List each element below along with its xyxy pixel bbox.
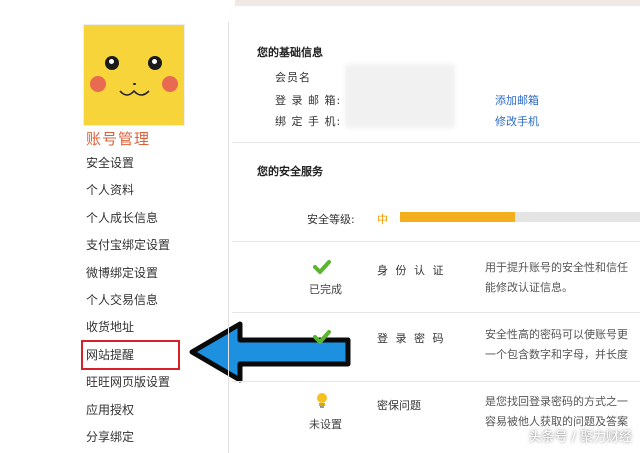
security-question-desc-line-1: 是您找回登录密码的方式之一 [485, 395, 628, 408]
member-name-label: 会员名 [275, 71, 311, 84]
sidebar-item-alipay-binding[interactable]: 支付宝绑定设置 [86, 234, 170, 261]
check-icon [313, 260, 331, 274]
sidebar-item-share-binding[interactable]: 分享绑定 [86, 426, 170, 453]
row-divider [232, 241, 640, 242]
sidebar-item-security-settings[interactable]: 安全设置 [86, 152, 170, 179]
row-divider [232, 312, 640, 313]
login-email-label: 登 录 邮 箱: [275, 94, 342, 107]
avatar-right-eye [148, 56, 162, 70]
sidebar-item-app-authorization[interactable]: 应用授权 [86, 399, 170, 426]
sidebar-menu: 安全设置 个人资料 个人成长信息 支付宝绑定设置 微博绑定设置 个人交易信息 收… [86, 152, 170, 453]
identity-desc-line-1: 用于提升账号的安全性和信任 [485, 261, 628, 274]
sidebar-item-trade-info[interactable]: 个人交易信息 [86, 289, 170, 316]
highlight-box [81, 340, 180, 370]
identity-desc-line-2: 能修改认证信息。 [485, 281, 573, 294]
row-divider [232, 381, 640, 382]
add-email-link[interactable]: 添加邮箱 [495, 92, 539, 108]
avatar-left-cheek [90, 76, 106, 92]
avatar[interactable] [83, 24, 185, 126]
watermark: 头条号 / 聚力财经 [528, 430, 632, 445]
password-desc: 安全性高的密码可以使账号更 一个包含数字和字母，并长度 [485, 325, 628, 365]
security-level-bar [400, 212, 640, 222]
security-services-title: 您的安全服务 [257, 165, 323, 178]
identity-desc: 用于提升账号的安全性和信任 能修改认证信息。 [485, 258, 628, 298]
security-level-fill [400, 212, 516, 222]
password-desc-line-2: 一个包含数字和字母，并长度 [485, 348, 628, 361]
login-password-label: 登 录 密 码 [377, 332, 446, 345]
avatar-left-eye [105, 56, 119, 70]
security-level-label: 安全等级: [307, 213, 355, 226]
sidebar: 账号管理 安全设置 个人资料 个人成长信息 支付宝绑定设置 微博绑定设置 个人交… [0, 0, 228, 453]
avatar-mouth [119, 89, 150, 96]
avatar-nose [133, 83, 136, 85]
redacted-account-info [345, 64, 455, 128]
identity-auth-label: 身 份 认 证 [377, 264, 446, 277]
password-desc-line-1: 安全性高的密码可以使账号更 [485, 328, 628, 341]
sidebar-item-growth-info[interactable]: 个人成长信息 [86, 207, 170, 234]
security-level-value: 中 [377, 213, 388, 226]
check-icon [313, 330, 331, 344]
sidebar-item-wangwang-web[interactable]: 旺旺网页版设置 [86, 371, 170, 398]
sidebar-divider [228, 22, 229, 453]
account-management-title: 账号管理 [86, 130, 151, 148]
avatar-right-cheek [162, 76, 178, 92]
sidebar-item-weibo-binding[interactable]: 微博绑定设置 [86, 262, 170, 289]
modify-phone-link[interactable]: 修改手机 [495, 113, 539, 129]
bound-phone-label: 绑 定 手 机: [275, 115, 342, 128]
bulb-icon [317, 393, 327, 408]
sidebar-item-profile[interactable]: 个人资料 [86, 179, 170, 206]
security-question-status: 未设置 [309, 418, 342, 431]
basic-info-title: 您的基础信息 [257, 46, 323, 59]
section-divider [232, 142, 640, 143]
top-bar [235, 0, 640, 6]
identity-status: 已完成 [309, 283, 342, 296]
security-question-label: 密保问题 [377, 399, 421, 412]
